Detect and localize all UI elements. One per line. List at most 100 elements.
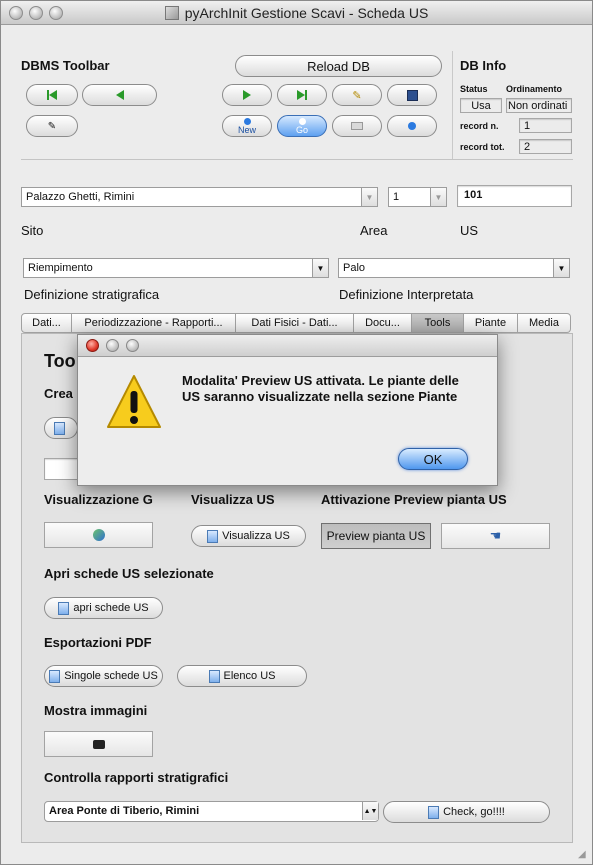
document-icon: [208, 669, 220, 683]
dbms-toolbar-label: DBMS Toolbar: [21, 58, 110, 73]
go-icon: [298, 117, 306, 125]
last-record-button[interactable]: [277, 84, 327, 106]
main-window: pyArchInit Gestione Scavi - Scheda US DB…: [0, 0, 593, 865]
sito-combo[interactable]: Palazzo Ghetti, Rimini ▼: [21, 187, 378, 207]
prev-record-button[interactable]: [82, 84, 157, 106]
folder-button[interactable]: [332, 115, 382, 137]
new-icon: [243, 117, 251, 125]
vis-g-label: Visualizzazione G: [44, 492, 153, 507]
tab-dati[interactable]: Dati...: [21, 313, 72, 333]
def-strat-combo[interactable]: Riempimento ▼: [23, 258, 329, 278]
tab-media[interactable]: Media: [518, 313, 571, 333]
delete-record-button[interactable]: ✎: [26, 115, 78, 137]
visualizza-us-button[interactable]: Visualizza US: [191, 525, 306, 547]
sito-label: Sito: [21, 223, 44, 238]
rapporti-label: Controlla rapporti stratigrafici: [44, 770, 229, 785]
tab-documentazione[interactable]: Docu...: [354, 313, 412, 333]
crea-input[interactable]: [44, 458, 80, 480]
preview-label: Attivazione Preview pianta US: [321, 492, 507, 507]
ok-button[interactable]: OK: [398, 448, 468, 470]
dialog-zoom-button[interactable]: [126, 339, 139, 352]
dialog-close-button[interactable]: [86, 339, 99, 352]
toolbar-separator: [21, 159, 573, 160]
record-n-label: record n.: [460, 121, 499, 131]
document-icon: [428, 805, 440, 819]
ordinamento-label: Ordinamento: [506, 84, 563, 94]
last-bar-icon: [305, 90, 307, 100]
tab-dati-fisici[interactable]: Dati Fisici - Dati...: [236, 313, 354, 333]
def-interp-combo[interactable]: Palo ▼: [338, 258, 570, 278]
next-arrow-icon: [243, 90, 251, 100]
db-info-label: DB Info: [460, 58, 507, 73]
sito-value: Palazzo Ghetti, Rimini: [26, 191, 135, 203]
pdf-label: Esportazioni PDF: [44, 635, 152, 650]
rapporti-combo[interactable]: Area Ponte di Tiberio, Rimini ▲▼: [44, 801, 379, 822]
preview-pianta-button[interactable]: Preview pianta US: [321, 523, 431, 549]
def-strat-label: Definizione stratigrafica: [24, 287, 160, 302]
ordinamento-value: Non ordinati: [506, 98, 572, 113]
alert-dialog: Modalita' Preview US attivata. Le piante…: [77, 334, 498, 486]
def-strat-dropdown-icon: ▼: [312, 259, 328, 277]
dialog-message: Modalita' Preview US attivata. Le piante…: [182, 373, 459, 404]
resize-grip-icon[interactable]: ◢: [578, 849, 590, 861]
dialog-title-bar: [78, 335, 497, 357]
hand-button[interactable]: ☚: [441, 523, 550, 549]
record-tot-value: 2: [519, 139, 572, 154]
updown-icon: ▲▼: [362, 802, 378, 820]
def-interp-dropdown-icon: ▼: [553, 259, 569, 277]
area-combo[interactable]: 1 ▼: [388, 187, 447, 207]
apri-schede-button[interactable]: apri schede US: [44, 597, 163, 619]
first-arrow-icon: [49, 90, 57, 100]
status-value: Usa: [460, 98, 502, 113]
us-label: US: [460, 223, 479, 238]
document-icon: [49, 669, 61, 683]
pdf-elenco-button[interactable]: Elenco US: [177, 665, 307, 687]
dialog-minimize-button[interactable]: [106, 339, 119, 352]
first-record-button[interactable]: [26, 84, 78, 106]
reload-db-button[interactable]: Reload DB: [235, 55, 442, 77]
crea-button[interactable]: [44, 417, 78, 439]
edit-icon: ✎: [352, 89, 362, 102]
person-icon: [408, 122, 416, 130]
save-icon: [406, 89, 418, 101]
save-record-button[interactable]: [387, 84, 437, 106]
db-info-divider: [452, 51, 453, 159]
document-icon: [53, 421, 65, 435]
tab-periodizzazione[interactable]: Periodizzazione - Rapporti...: [72, 313, 236, 333]
def-interp-label: Definizione Interpretata: [339, 287, 474, 302]
document-icon: [207, 529, 219, 543]
tools-title: Too: [44, 351, 76, 371]
status-label: Status: [460, 84, 488, 94]
area-label: Area: [360, 223, 388, 238]
edit-record-button[interactable]: ✎: [332, 84, 382, 106]
rapporti-value: Area Ponte di Tiberio, Rimini: [49, 805, 200, 817]
hand-icon: ☚: [489, 528, 502, 543]
vis-gis-button[interactable]: [44, 522, 153, 548]
apri-label: Apri schede US selezionate: [44, 566, 214, 581]
record-n-value: 1: [519, 118, 572, 133]
mostra-immagini-button[interactable]: [44, 731, 153, 757]
check-go-button[interactable]: Check, go!!!!: [383, 801, 550, 823]
img-label: Mostra immagini: [44, 703, 148, 718]
tab-tools[interactable]: Tools: [412, 313, 464, 333]
tab-bar: Dati... Periodizzazione - Rapporti... Da…: [21, 313, 571, 333]
delete-icon: ✎: [47, 120, 57, 132]
app-icon: [164, 6, 179, 20]
new-record-button[interactable]: New: [222, 115, 272, 137]
prev-arrow-icon: [115, 90, 124, 100]
tab-piante[interactable]: Piante: [464, 313, 518, 333]
def-strat-value: Riempimento: [28, 262, 93, 274]
search-person-button[interactable]: [387, 115, 437, 137]
camera-icon: [92, 739, 105, 749]
pdf-singole-button[interactable]: Singole schede US: [44, 665, 163, 687]
crea-label: Crea: [44, 386, 73, 401]
sito-dropdown-icon: ▼: [361, 188, 377, 206]
area-value: 1: [393, 191, 400, 203]
last-arrow-icon: [297, 90, 305, 100]
area-dropdown-icon: ▼: [430, 188, 446, 206]
us-field[interactable]: 101: [457, 185, 572, 207]
next-record-button[interactable]: [222, 84, 272, 106]
record-tot-label: record tot.: [460, 142, 505, 152]
go-search-button[interactable]: Go: [277, 115, 327, 137]
vis-us-label: Visualizza US: [191, 492, 275, 507]
